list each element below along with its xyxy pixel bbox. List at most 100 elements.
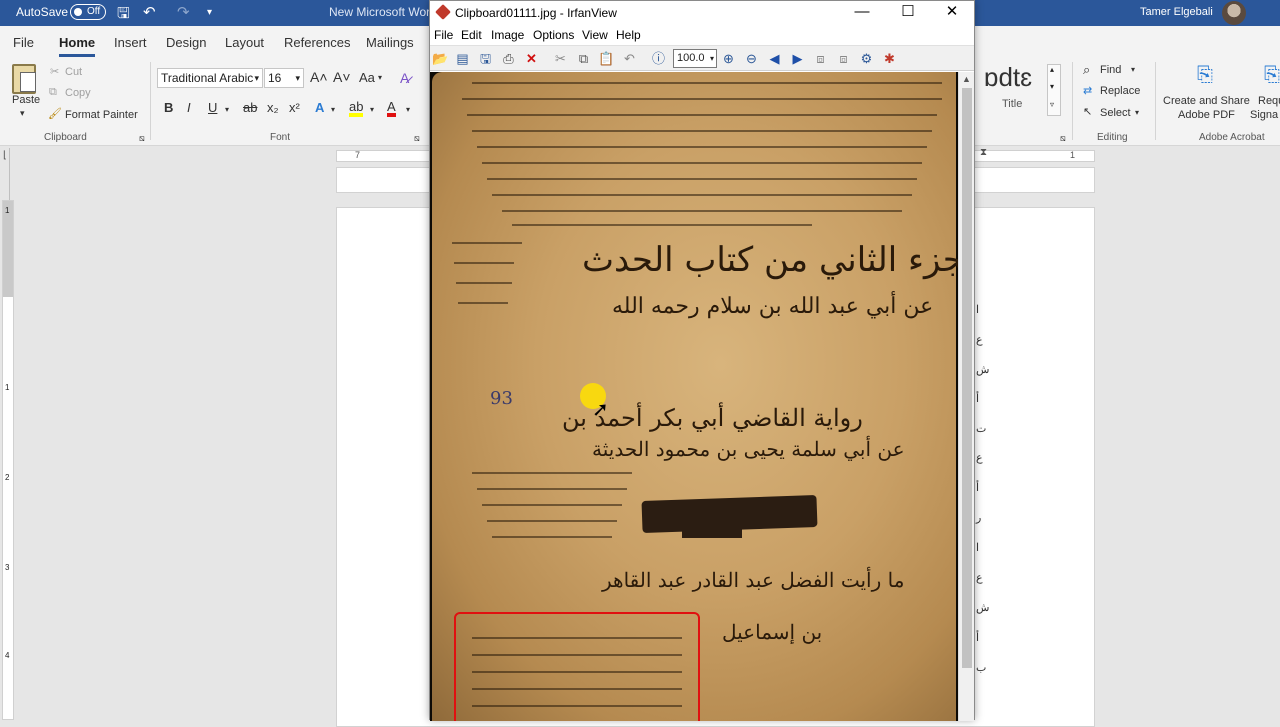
subscript-button[interactable]: x₂: [267, 100, 279, 115]
chevron-down-icon[interactable]: ▾: [1050, 82, 1054, 91]
chevron-down-icon[interactable]: ▾: [331, 105, 335, 114]
chevron-down-icon[interactable]: ▾: [370, 105, 374, 114]
text-effects-button[interactable]: A: [315, 100, 324, 115]
styles-scroll[interactable]: ▴ ▾ ▿: [1047, 64, 1061, 116]
change-case-button[interactable]: Aa: [359, 70, 375, 85]
irfanview-title-bar[interactable]: Clipboard01111.jpg - IrfanView — ☐ ✕: [430, 1, 974, 25]
tab-file[interactable]: File: [13, 35, 34, 50]
menu-options[interactable]: Options: [533, 28, 574, 42]
signatures-label[interactable]: Signa: [1250, 109, 1278, 121]
info-icon[interactable]: ⓘ: [650, 50, 667, 67]
find-button[interactable]: Find: [1100, 64, 1121, 76]
font-launcher-icon[interactable]: ⧅: [414, 133, 420, 144]
menu-edit[interactable]: Edit: [461, 28, 482, 42]
menu-image[interactable]: Image: [491, 28, 524, 42]
superscript-button[interactable]: x²: [289, 100, 300, 115]
undo-icon[interactable]: ↶: [143, 3, 156, 21]
tab-home[interactable]: Home: [59, 35, 96, 57]
avatar[interactable]: [1222, 1, 1246, 25]
print-icon[interactable]: ⎙: [500, 50, 517, 67]
irfanview-window[interactable]: Clipboard01111.jpg - IrfanView — ☐ ✕ Fil…: [429, 0, 975, 721]
create-share-label[interactable]: Create and Share: [1163, 95, 1250, 107]
shrink-font-button[interactable]: A˅: [333, 69, 351, 85]
format-painter-button[interactable]: Format Painter: [65, 109, 138, 121]
indent-marker-icon[interactable]: ⧗: [980, 147, 987, 158]
maximize-icon[interactable]: ☐: [886, 2, 930, 24]
tab-selector-icon[interactable]: ⌊: [3, 150, 7, 161]
tab-layout[interactable]: Layout: [225, 35, 264, 50]
chevron-down-icon[interactable]: ▾: [225, 105, 229, 114]
zoom-in-icon[interactable]: ⊕: [720, 50, 737, 67]
more-styles-icon[interactable]: ▿: [1050, 100, 1054, 109]
paste-button[interactable]: Paste: [12, 94, 40, 106]
vertical-scrollbar[interactable]: ▲: [958, 72, 974, 721]
cut-button[interactable]: Cut: [65, 66, 82, 78]
bold-button[interactable]: B: [164, 100, 173, 115]
undo-icon[interactable]: ↶: [621, 50, 638, 67]
styles-launcher-icon[interactable]: ⧅: [1060, 133, 1066, 144]
style-preview[interactable]: ɒdtɛ: [984, 62, 1032, 93]
chevron-up-icon[interactable]: ▲: [962, 74, 971, 84]
style-title[interactable]: Title: [1002, 98, 1022, 110]
clipboard-icon[interactable]: [12, 64, 36, 94]
delete-icon[interactable]: ✕: [523, 50, 540, 67]
image-viewport[interactable]: الجزء الثاني من كتاب الحدث عن أبي عبد ال…: [430, 72, 958, 721]
open-folder-icon[interactable]: 📂: [432, 50, 449, 67]
zoom-out-icon[interactable]: ⊖: [743, 50, 760, 67]
menu-help[interactable]: Help: [616, 28, 641, 42]
about-icon[interactable]: ✱: [881, 50, 898, 67]
redo-icon[interactable]: ↷: [177, 3, 190, 21]
highlight-button[interactable]: ab: [349, 100, 364, 117]
save-icon[interactable]: 🖫: [477, 50, 494, 67]
italic-button[interactable]: I: [187, 100, 191, 115]
previous-icon[interactable]: ◀: [766, 50, 783, 67]
paste-chevron-icon[interactable]: ▾: [20, 108, 25, 119]
cut-icon[interactable]: ✂: [552, 50, 569, 67]
close-icon[interactable]: ✕: [930, 2, 974, 24]
tab-mailings[interactable]: Mailings: [366, 35, 414, 50]
clear-formatting-icon[interactable]: A̷: [400, 70, 409, 86]
chevron-down-icon[interactable]: ▾: [378, 73, 382, 82]
vertical-ruler[interactable]: 1 1 2 3 4: [2, 200, 14, 720]
tab-references[interactable]: References: [284, 35, 350, 50]
tab-insert[interactable]: Insert: [114, 35, 147, 50]
manuscript-line: [482, 162, 922, 164]
chevron-down-icon[interactable]: ▾: [1135, 108, 1139, 117]
clipboard-launcher-icon[interactable]: ⧅: [139, 133, 145, 144]
strikethrough-button[interactable]: ab: [243, 100, 257, 115]
next-icon[interactable]: ▶: [789, 50, 806, 67]
chevron-down-icon[interactable]: ▾: [406, 105, 410, 114]
clipboard-group-label: Clipboard: [44, 132, 87, 143]
zoom-select[interactable]: 100.0 ▾: [673, 49, 717, 68]
menu-view[interactable]: View: [582, 28, 608, 42]
copy-icon[interactable]: ⧉: [575, 50, 592, 67]
first-page-icon[interactable]: ⧈: [812, 50, 829, 67]
chevron-up-icon[interactable]: ▴: [1050, 65, 1054, 74]
request-label[interactable]: Requ: [1258, 95, 1280, 107]
grow-font-button[interactable]: A˄: [310, 69, 328, 85]
font-family-select[interactable]: Traditional Arabic ▾: [157, 68, 263, 88]
adobe-pdf-label[interactable]: Adobe PDF: [1178, 109, 1235, 121]
slideshow-icon[interactable]: ▤: [454, 50, 471, 67]
chevron-down-icon[interactable]: ▾: [1131, 65, 1135, 74]
font-color-button[interactable]: A: [387, 100, 396, 117]
replace-button[interactable]: Replace: [1100, 85, 1140, 97]
manuscript-subheading: عن أبي عبد الله بن سلام رحمه الله: [612, 294, 934, 319]
underline-button[interactable]: U: [208, 100, 217, 115]
paste-icon[interactable]: 📋: [598, 50, 615, 67]
manuscript-line: [492, 194, 912, 196]
customize-toolbar-icon[interactable]: ▾: [207, 7, 212, 18]
settings-icon[interactable]: ⚙: [858, 50, 875, 67]
menu-file[interactable]: File: [434, 28, 453, 42]
minimize-icon[interactable]: —: [840, 2, 884, 24]
last-page-icon[interactable]: ⧈: [835, 50, 852, 67]
select-button[interactable]: Select: [1100, 107, 1131, 119]
autosave-toggle[interactable]: Off: [70, 4, 106, 20]
tab-design[interactable]: Design: [166, 35, 206, 50]
font-size-select[interactable]: 16 ▾: [264, 68, 304, 88]
user-name[interactable]: Tamer Elgebali: [1140, 6, 1213, 18]
copy-button[interactable]: Copy: [65, 87, 91, 99]
scrollbar-thumb[interactable]: [962, 88, 972, 668]
save-icon[interactable]: 🖫: [117, 3, 130, 28]
manuscript-line: [454, 262, 514, 264]
